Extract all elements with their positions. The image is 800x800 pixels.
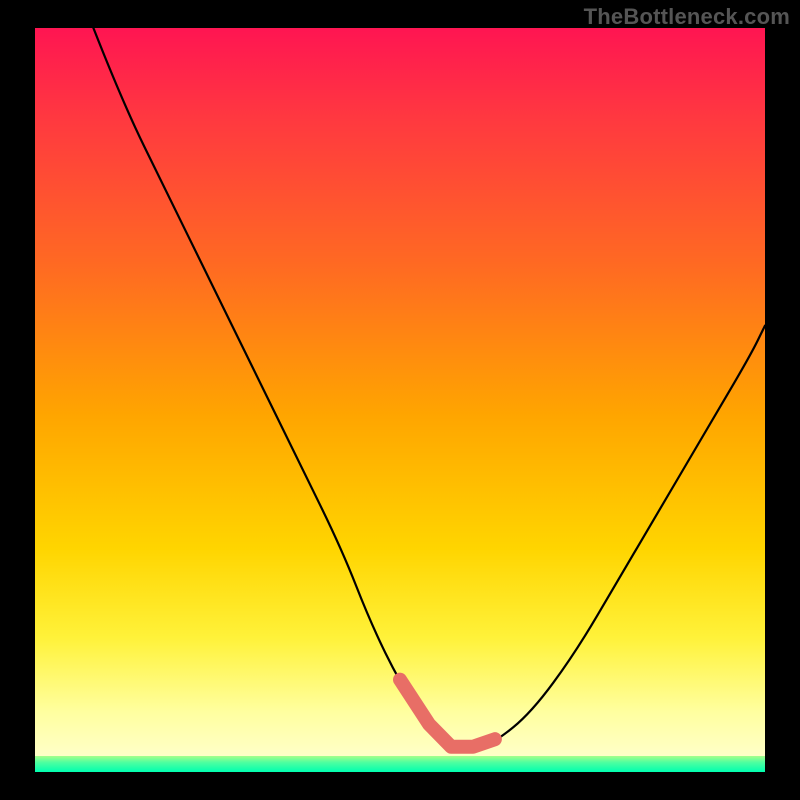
- optimal-range-marker: [400, 680, 495, 747]
- plot-area: [35, 28, 765, 772]
- watermark-text: TheBottleneck.com: [584, 4, 790, 30]
- chart-frame: TheBottleneck.com: [0, 0, 800, 800]
- bottleneck-curve-path: [93, 28, 765, 750]
- bottleneck-curve-svg: [35, 28, 765, 772]
